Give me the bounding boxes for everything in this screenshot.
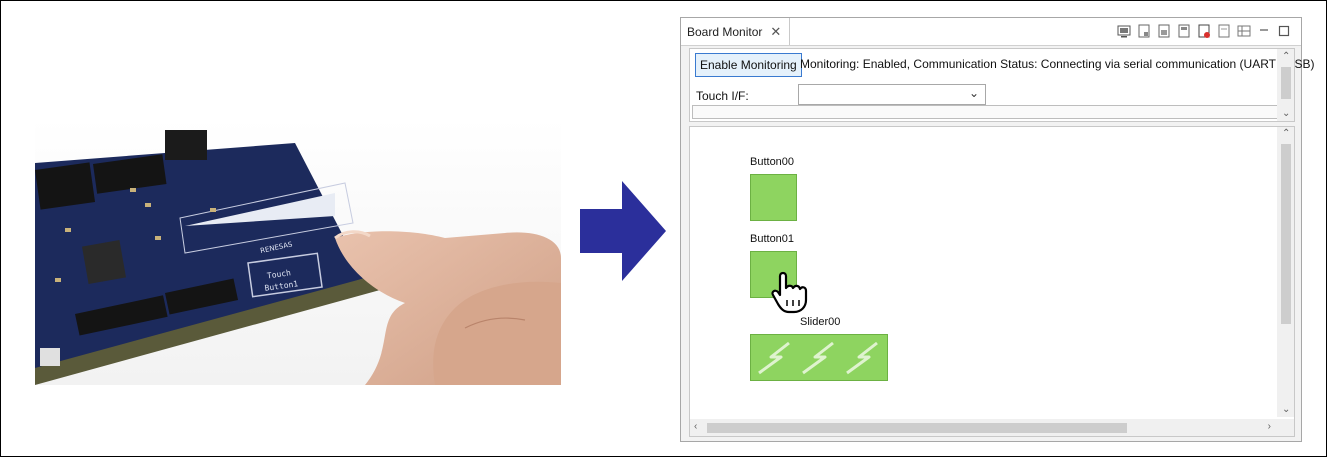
canvas-horizontal-scrollbar[interactable]: ‹ ›	[690, 419, 1277, 436]
board-photo: Touch Button1 RENESAS	[35, 118, 561, 385]
button01-label: Button01	[750, 233, 795, 245]
control-pane: Enable Monitoring Monitoring: Enabled, C…	[689, 48, 1314, 122]
scroll-down-icon[interactable]: ⌄	[1282, 108, 1290, 119]
scroll-thumb[interactable]	[1281, 67, 1291, 99]
board-monitor-window: Board Monitor ✕ Enable Monitoring Monito…	[680, 17, 1314, 442]
mcu-chip	[81, 239, 127, 285]
maximize-icon[interactable]	[1277, 24, 1291, 38]
canvas-vertical-scrollbar[interactable]: ⌃ ⌄	[1277, 127, 1294, 417]
control-pane-scrollbar[interactable]: ⌃ ⌄	[1277, 49, 1294, 121]
scroll-right-icon[interactable]: ›	[1268, 421, 1271, 432]
right-arrow-icon	[580, 181, 666, 281]
status-text: Monitoring: Enabled, Communication Statu…	[800, 57, 1315, 71]
scroll-up-icon[interactable]: ⌃	[1282, 128, 1290, 139]
minimize-icon[interactable]	[1257, 24, 1271, 38]
close-icon[interactable]: ✕	[770, 24, 781, 40]
scroll-thumb[interactable]	[1281, 144, 1291, 324]
view-toolbar	[1117, 24, 1291, 38]
tab-board-monitor[interactable]: Board Monitor ✕	[681, 18, 791, 45]
figure-frame: Touch Button1 RENESAS Board Monitor ✕ En…	[0, 0, 1327, 457]
save-file-icon[interactable]	[1177, 24, 1191, 38]
scrollbar-corner	[1277, 419, 1294, 436]
slider00-label: Slider00	[800, 316, 841, 328]
tab-title: Board Monitor	[687, 24, 763, 39]
hand-pointer-icon	[771, 271, 808, 314]
scroll-left-icon[interactable]: ‹	[694, 421, 697, 432]
header-connector	[165, 130, 207, 160]
new-file-icon[interactable]	[1137, 24, 1151, 38]
monitor-icon[interactable]	[1117, 24, 1131, 38]
scroll-thumb[interactable]	[707, 423, 1127, 433]
splitter-bar[interactable]	[692, 105, 1278, 119]
button00-widget[interactable]	[750, 174, 797, 221]
scroll-down-icon[interactable]: ⌄	[1282, 404, 1290, 415]
chevron-down-icon: ⌄	[968, 86, 979, 100]
layout-icon[interactable]	[1237, 24, 1251, 38]
enable-monitoring-button[interactable]: Enable Monitoring	[695, 53, 802, 77]
touch-if-label: Touch I/F:	[696, 89, 749, 103]
button00-label: Button00	[750, 156, 795, 168]
open-file-icon[interactable]	[1157, 24, 1171, 38]
slider00-widget[interactable]	[750, 334, 888, 381]
scroll-up-icon[interactable]: ⌃	[1282, 51, 1290, 62]
document-icon[interactable]	[1217, 24, 1231, 38]
slider-chevrons-icon	[758, 341, 878, 375]
widget-canvas: Button00 Button01 Slider00 ⌃ ⌄ ‹ ›	[689, 126, 1295, 437]
view-tab-bar: Board Monitor ✕	[681, 18, 1301, 46]
record-icon[interactable]	[1197, 24, 1211, 38]
touch-if-select[interactable]: ⌄	[798, 84, 986, 105]
